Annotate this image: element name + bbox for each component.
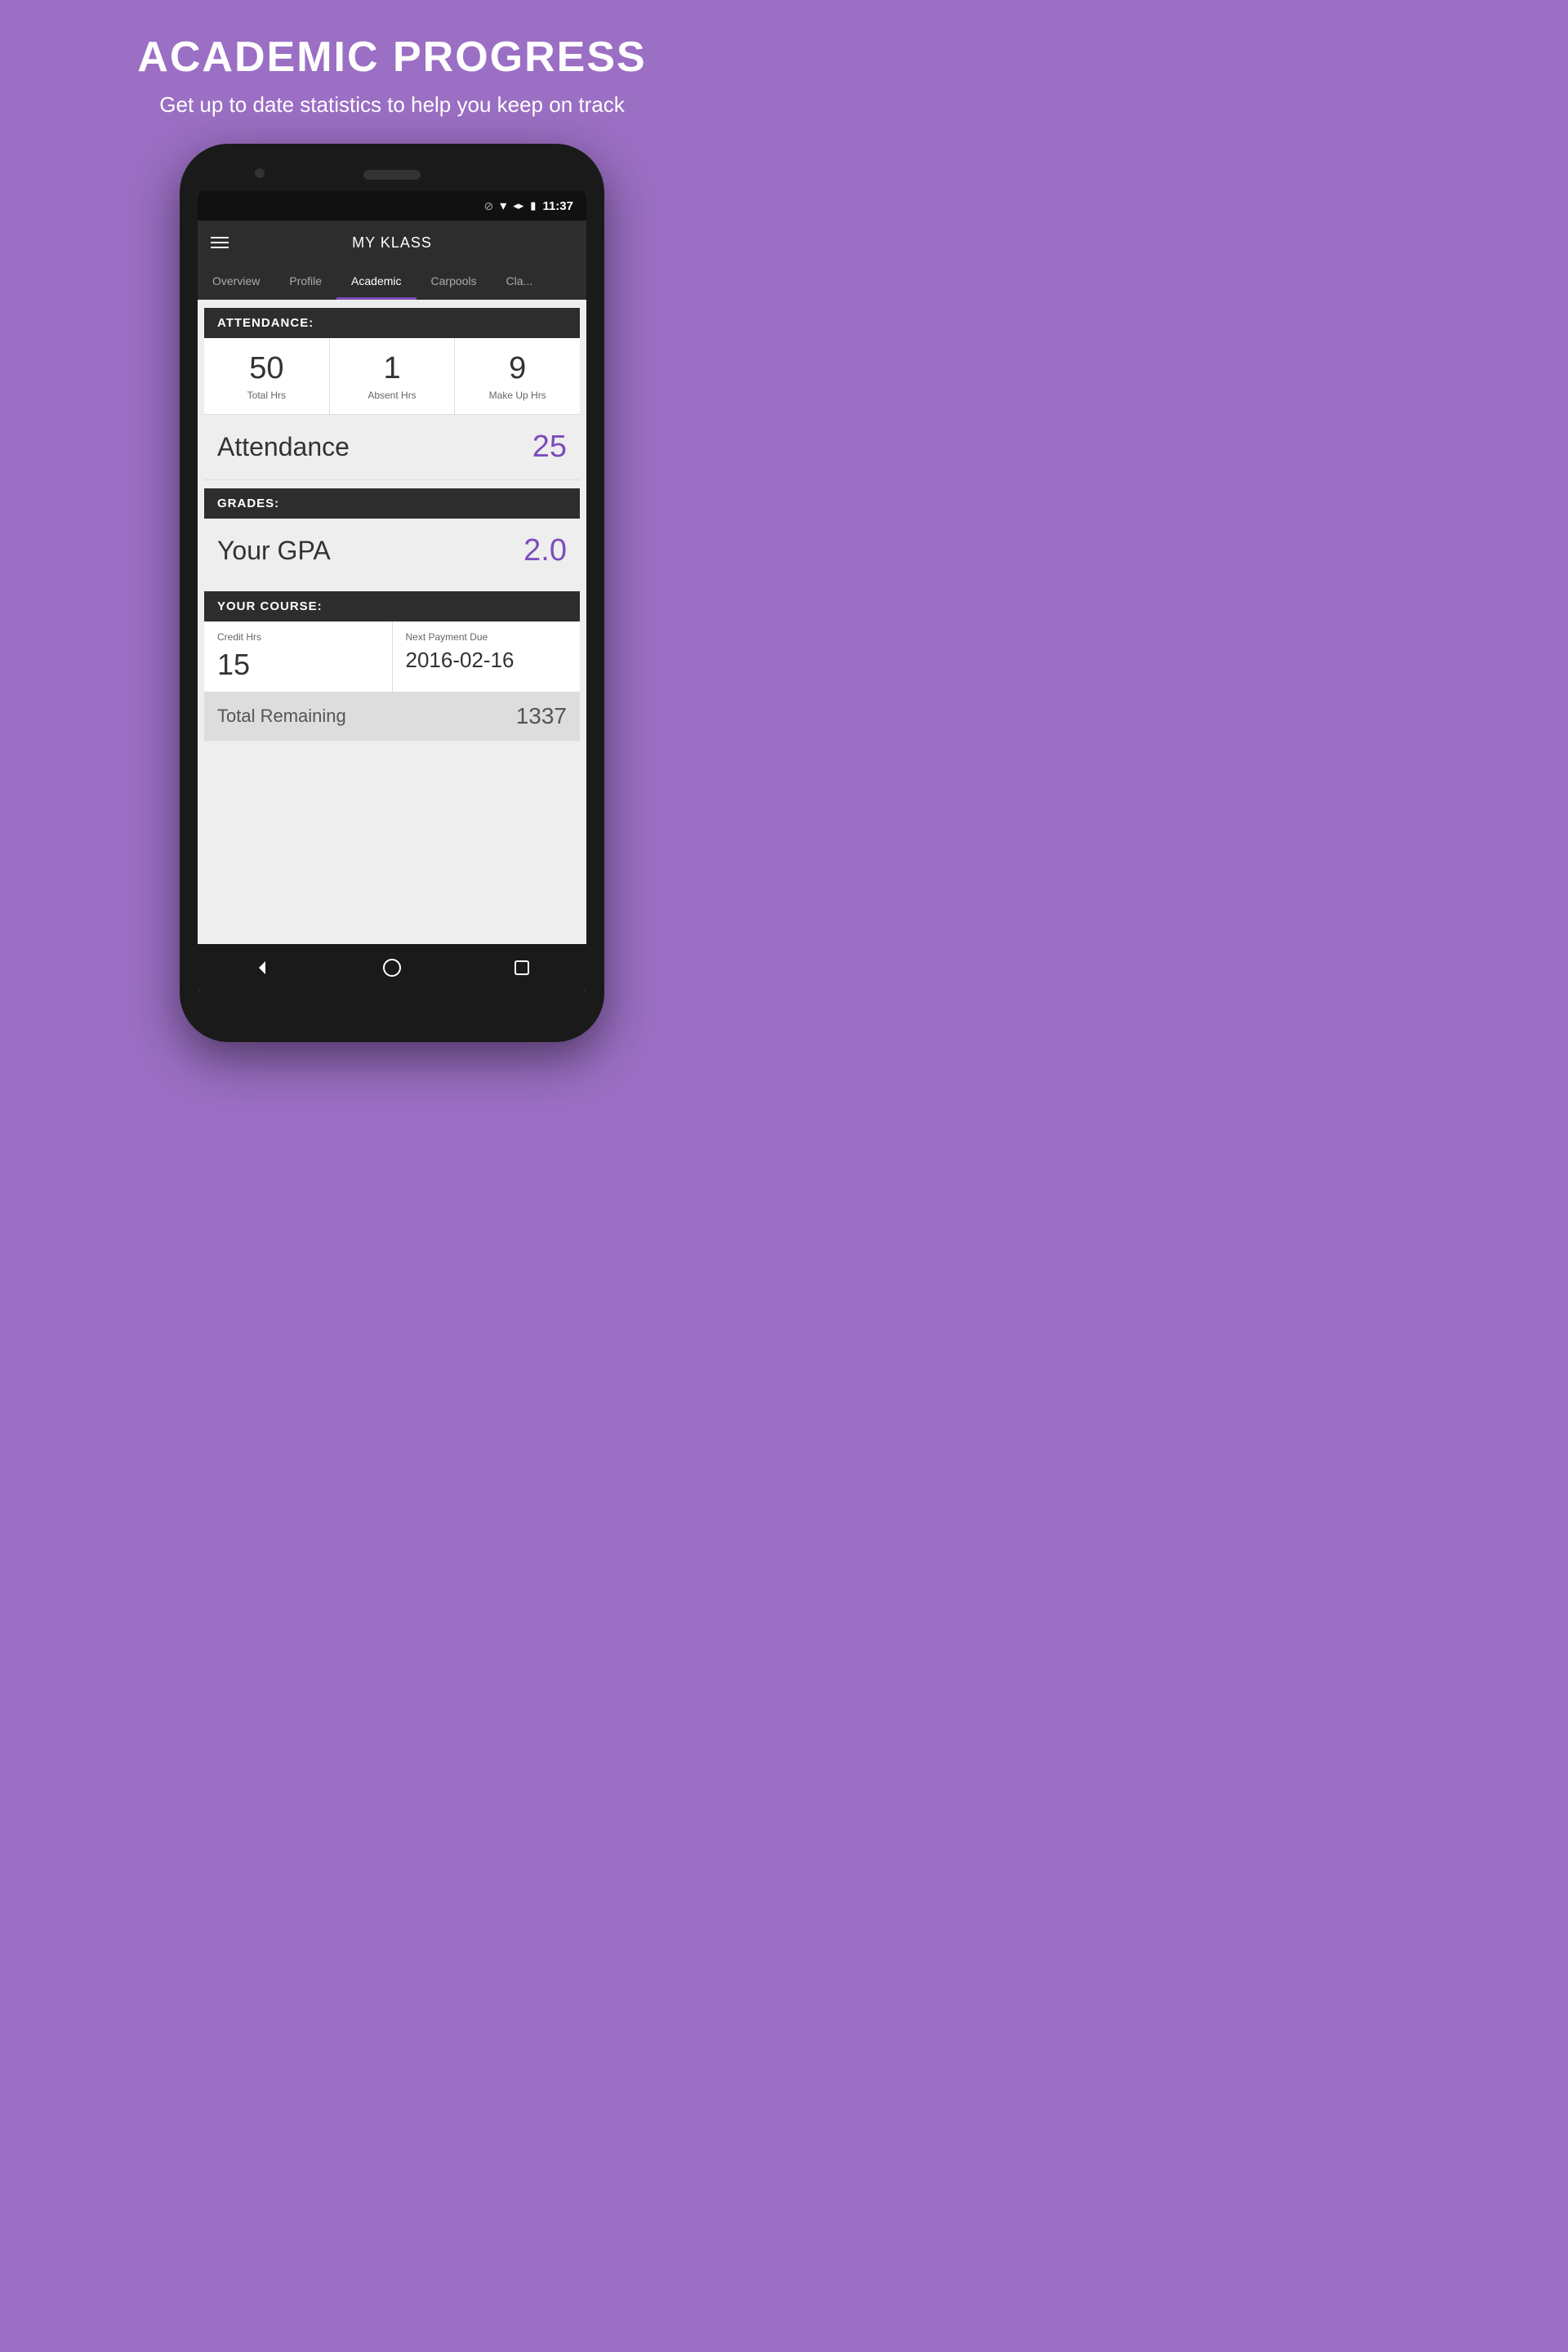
signal-icon: ◂▸ <box>513 199 523 212</box>
tab-carpools[interactable]: Carpools <box>416 265 492 300</box>
status-time: 11:37 <box>542 199 573 213</box>
absent-hrs-label: Absent Hrs <box>368 390 416 401</box>
wifi-icon: ▾ <box>500 198 506 214</box>
page-subtitle: Get up to date statistics to help you ke… <box>137 90 646 119</box>
grades-header: GRADES: <box>204 488 580 519</box>
gpa-row: Your GPA 2.0 <box>204 519 580 583</box>
attendance-score-value: 25 <box>532 430 567 465</box>
remaining-value: 1337 <box>516 703 567 729</box>
payment-due-cell: Next Payment Due 2016-02-16 <box>393 621 581 692</box>
credit-hrs-value: 15 <box>217 648 379 682</box>
camera-dot <box>255 168 265 178</box>
speaker-grille <box>363 170 421 180</box>
tab-bar: Overview Profile Academic Carpools Cla..… <box>198 265 586 300</box>
total-hrs-cell: 50 Total Hrs <box>204 338 330 414</box>
hamburger-menu[interactable] <box>211 237 229 248</box>
gpa-label: Your GPA <box>217 536 331 566</box>
total-hrs-value: 50 <box>249 351 283 386</box>
tab-profile[interactable]: Profile <box>274 265 336 300</box>
attendance-header: ATTENDANCE: <box>204 308 580 338</box>
phone-shell: ▾ ◂▸ ▮ 11:37 MY KLASS Overview Profile A… <box>180 144 604 1042</box>
app-bar-title: MY KLASS <box>242 234 542 252</box>
credit-hrs-cell: Credit Hrs 15 <box>204 621 393 692</box>
recent-button[interactable] <box>510 956 534 980</box>
course-info-row: Credit Hrs 15 Next Payment Due 2016-02-1… <box>204 621 580 692</box>
makeup-hrs-value: 9 <box>509 351 526 386</box>
page-title: ACADEMIC PROGRESS <box>137 33 646 82</box>
total-hrs-label: Total Hrs <box>247 390 286 401</box>
page-header: ACADEMIC PROGRESS Get up to date statist… <box>121 0 662 144</box>
credit-hrs-label: Credit Hrs <box>217 631 379 643</box>
tab-cla[interactable]: Cla... <box>492 265 548 300</box>
gpa-value: 2.0 <box>523 533 567 568</box>
payment-due-value: 2016-02-16 <box>406 648 568 673</box>
attendance-score-row: Attendance 25 <box>204 414 580 480</box>
remaining-row: Total Remaining 1337 <box>204 692 580 741</box>
absent-hrs-cell: 1 Absent Hrs <box>330 338 456 414</box>
blocked-icon <box>483 199 493 213</box>
attendance-stats-row: 50 Total Hrs 1 Absent Hrs 9 Make Up Hrs <box>204 338 580 414</box>
payment-due-label: Next Payment Due <box>406 631 568 643</box>
tab-academic[interactable]: Academic <box>336 265 416 300</box>
status-bar: ▾ ◂▸ ▮ 11:37 <box>198 191 586 220</box>
makeup-hrs-label: Make Up Hrs <box>489 390 546 401</box>
battery-icon: ▮ <box>530 199 536 212</box>
app-bar: MY KLASS <box>198 220 586 265</box>
tab-overview[interactable]: Overview <box>198 265 274 300</box>
remaining-label: Total Remaining <box>217 706 346 727</box>
home-button[interactable] <box>380 956 404 980</box>
makeup-hrs-cell: 9 Make Up Hrs <box>455 338 580 414</box>
phone-screen: ▾ ◂▸ ▮ 11:37 MY KLASS Overview Profile A… <box>198 191 586 991</box>
bottom-nav <box>198 944 586 991</box>
content-area: ATTENDANCE: 50 Total Hrs 1 Absent Hrs 9 … <box>198 300 586 944</box>
back-button[interactable] <box>250 956 274 980</box>
course-header: YOUR COURSE: <box>204 591 580 621</box>
absent-hrs-value: 1 <box>383 351 400 386</box>
phone-top <box>189 158 595 191</box>
attendance-score-label: Attendance <box>217 432 350 462</box>
phone-bottom <box>189 991 595 1021</box>
